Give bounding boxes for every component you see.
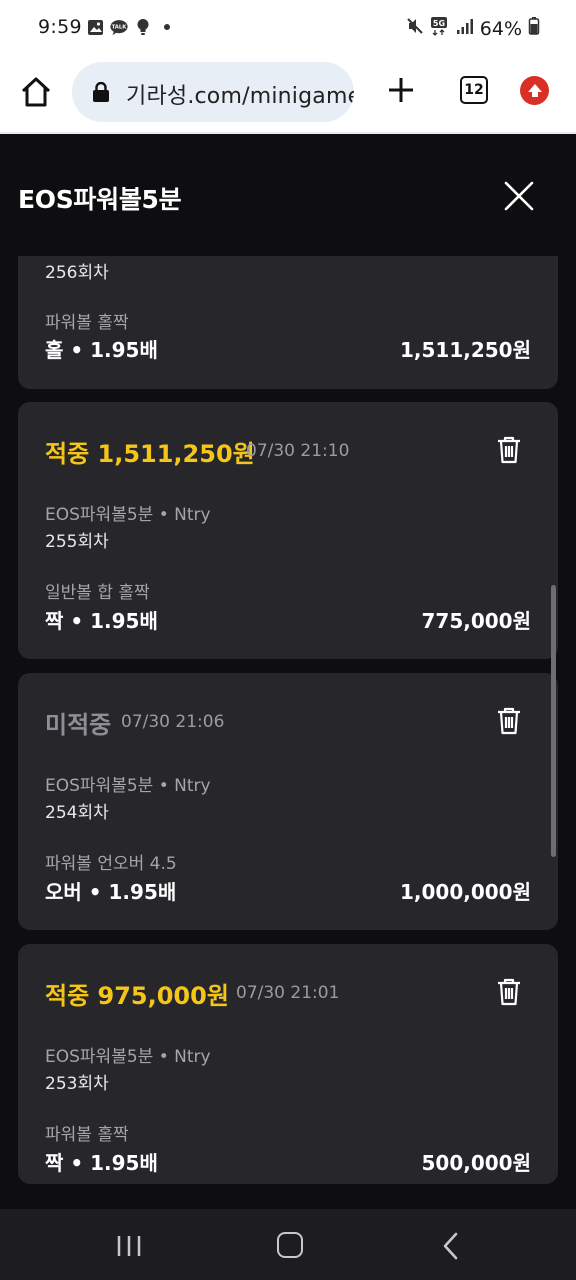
bet-result: 미적중: [45, 711, 112, 739]
back-icon: [443, 1232, 458, 1260]
delete-button[interactable]: [495, 435, 523, 465]
signal-icon: [456, 17, 474, 40]
network-5g-icon: 5G: [430, 16, 450, 41]
home-icon: [21, 77, 51, 107]
bet-card: 적중 1,511,250원 07/30 21:10 EOS파워볼5분 • Ntr…: [18, 402, 558, 659]
game-info: EOS파워볼5분 • Ntry: [45, 776, 211, 796]
game-info: EOS파워볼5분 • Ntry: [45, 505, 211, 525]
network-label: 5G: [433, 19, 445, 28]
status-bar: 9:59 TALK 5G 64%: [0, 0, 576, 58]
address-bar[interactable]: 기라성.com/minigame: [72, 62, 354, 122]
page-title: EOS파워볼5분: [18, 185, 182, 214]
round-number: 253회차: [45, 1074, 109, 1094]
bet-time: 07/30 21:10: [246, 441, 350, 461]
recents-button[interactable]: [116, 1234, 142, 1258]
bet-history-list: 256회차 파워볼 홀짝 홀 • 1.95배 1,511,250원 적중 1,5…: [0, 256, 576, 1209]
dot-icon: [158, 18, 176, 36]
bet-result: 적중 1,511,250원: [45, 440, 255, 468]
gallery-icon: [86, 18, 104, 36]
bet-market: 일반볼 합 홀짝: [45, 583, 150, 603]
bet-result: 적중 975,000원: [45, 982, 229, 1010]
kakaotalk-label: TALK: [112, 24, 128, 30]
modal-header: EOS파워볼5분: [0, 136, 576, 256]
browser-toolbar: 기라성.com/minigame 12: [0, 58, 576, 134]
bet-market: 파워볼 홀짝: [45, 1125, 129, 1145]
game-info: EOS파워볼5분 • Ntry: [45, 1047, 211, 1067]
bet-card: 미적중 07/30 21:06 EOS파워볼5분 • Ntry 254회차 파워…: [18, 673, 558, 930]
bet-pick: 짝 • 1.95배: [45, 609, 158, 633]
bet-amount: 500,000원: [421, 1151, 532, 1175]
round-number: 256회차: [45, 263, 109, 283]
new-tab-button[interactable]: [386, 75, 416, 105]
trash-icon: [498, 436, 520, 464]
bet-card: 적중 975,000원 07/30 21:01 EOS파워볼5분 • Ntry …: [18, 944, 558, 1184]
mute-icon: [406, 17, 424, 40]
system-nav-bar: [0, 1209, 576, 1280]
bet-pick: 짝 • 1.95배: [45, 1151, 158, 1175]
update-button[interactable]: [520, 76, 549, 105]
kakaotalk-icon: TALK: [110, 18, 128, 36]
bet-card: 256회차 파워볼 홀짝 홀 • 1.95배 1,511,250원: [18, 256, 558, 389]
screen: 9:59 TALK 5G 64% 기라성.com/minigame 12 EOS…: [0, 0, 576, 1280]
home-nav-button[interactable]: [277, 1232, 303, 1258]
system-status: 5G 64%: [406, 16, 540, 41]
bet-market: 파워볼 홀짝: [45, 313, 129, 333]
bulb-icon: [134, 18, 152, 36]
recents-icon: [117, 1236, 141, 1256]
trash-icon: [498, 978, 520, 1006]
bet-market: 파워볼 언오버 4.5: [45, 854, 177, 874]
url-text: 기라성.com/minigame: [126, 84, 354, 109]
close-icon: [504, 181, 534, 211]
home-button[interactable]: [18, 74, 54, 110]
tab-switcher-button[interactable]: 12: [460, 76, 488, 104]
round-number: 254회차: [45, 803, 109, 823]
trash-icon: [498, 707, 520, 735]
round-number: 255회차: [45, 532, 109, 552]
delete-button[interactable]: [495, 706, 523, 736]
bet-pick: 오버 • 1.95배: [45, 880, 177, 904]
status-time: 9:59: [38, 16, 82, 38]
delete-button[interactable]: [495, 977, 523, 1007]
bet-time: 07/30 21:01: [236, 983, 340, 1003]
scrollbar[interactable]: [551, 585, 556, 857]
arrow-up-icon: [527, 83, 542, 97]
close-button[interactable]: [502, 179, 536, 213]
battery-icon: [528, 16, 540, 41]
bet-pick: 홀 • 1.95배: [45, 338, 158, 362]
back-button[interactable]: [440, 1232, 462, 1260]
bet-amount: 1,000,000원: [399, 880, 531, 904]
notification-icons: TALK: [86, 18, 176, 36]
battery-percent: 64%: [479, 17, 522, 40]
bet-amount: 1,511,250원: [399, 338, 531, 362]
plus-icon: [389, 78, 413, 102]
bet-time: 07/30 21:06: [121, 712, 225, 732]
bet-amount: 775,000원: [421, 609, 532, 633]
lock-icon: [93, 82, 109, 102]
